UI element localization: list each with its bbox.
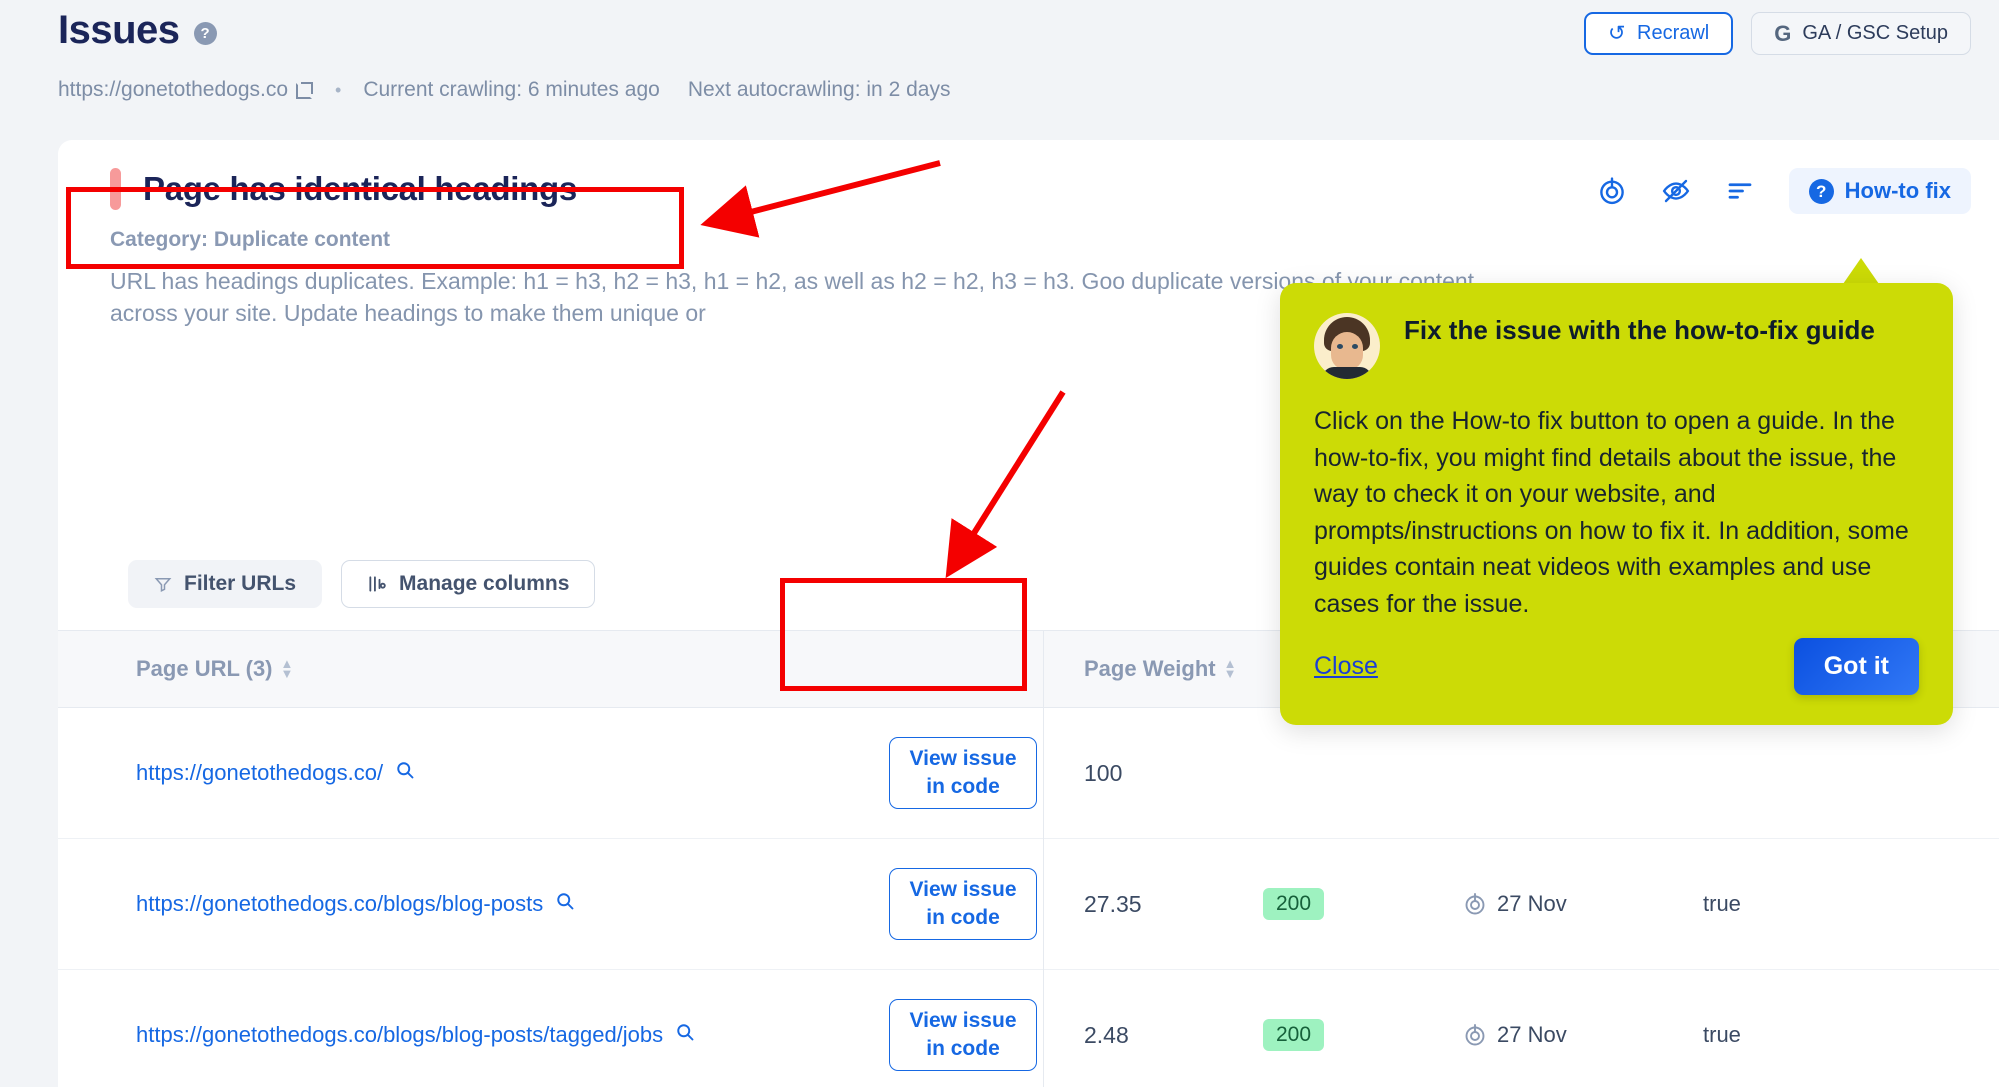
recrawl-button[interactable]: ↻ Recrawl (1584, 12, 1734, 55)
cell-status: 200 (1263, 1019, 1463, 1051)
view-issue-in-code-button[interactable]: View issue in code (889, 868, 1037, 940)
cell-page-url: https://gonetothedogs.co/blogs/blog-post… (58, 891, 883, 917)
cell-date: 27 Nov (1463, 891, 1703, 917)
status-badge: 200 (1263, 1019, 1325, 1051)
sort-toggle-icon: ▲ ▼ (280, 656, 294, 681)
view-issue-in-code-button[interactable]: View issue in code (889, 737, 1037, 809)
crawl-meta-row: https://gonetothedogs.co • Current crawl… (58, 78, 978, 102)
tooltip-body: Click on the How-to fix button to open a… (1314, 407, 1909, 618)
help-icon[interactable]: ? (193, 22, 217, 45)
issue-category: Category: Duplicate content (110, 228, 391, 251)
table-row: https://gonetothedogs.co/blogs/blog-post… (58, 969, 1999, 1087)
table-row: https://gonetothedogs.co/blogs/blog-post… (58, 838, 1999, 970)
filter-urls-label: Filter URLs (184, 572, 297, 595)
title-row: Issues ? (58, 8, 217, 53)
view-issue-line1: View issue (909, 747, 1017, 771)
sort-lines-icon[interactable] (1725, 176, 1755, 206)
how-to-fix-label: How-to fix (1844, 178, 1951, 203)
tooltip-pointer (1843, 258, 1879, 284)
eye-off-icon[interactable] (1661, 176, 1691, 206)
page-url-link[interactable]: https://gonetothedogs.co/blogs/blog-post… (136, 891, 543, 916)
tooltip-footer: Close Got it (1314, 638, 1919, 695)
site-url-text: https://gonetothedogs.co (58, 78, 289, 101)
column-header-page-url-label: Page URL (3) (136, 656, 273, 681)
view-issue-line1: View issue (909, 1009, 1017, 1033)
search-icon[interactable] (395, 760, 415, 785)
crawl-target-icon (1463, 892, 1487, 916)
status-badge: 200 (1263, 888, 1325, 920)
how-to-fix-tooltip: Fix the issue with the how-to-fix guide … (1280, 283, 1953, 725)
column-header-page-url[interactable]: Page URL (3) ▲ ▼ (58, 656, 1043, 682)
columns-settings-icon (369, 576, 386, 592)
column-header-page-weight[interactable]: Page Weight ▲ ▼ (1043, 630, 1263, 708)
current-crawling-text: Current crawling: 6 minutes ago (363, 78, 660, 101)
cell-page-weight: 2.48 (1043, 969, 1263, 1087)
site-url-link[interactable]: https://gonetothedogs.co (58, 78, 314, 102)
view-issue-line2: in code (926, 906, 1000, 929)
page-url-link[interactable]: https://gonetothedogs.co/ (136, 760, 383, 785)
external-link-icon (296, 81, 314, 99)
refresh-icon: ↻ (1608, 22, 1626, 45)
meta-separator: • (335, 79, 342, 100)
date-text: 27 Nov (1497, 891, 1567, 916)
issue-title: Page has identical headings (143, 170, 577, 207)
severity-indicator (110, 168, 121, 210)
tooltip-close-link[interactable]: Close (1314, 652, 1378, 681)
cell-view-issue: View issue in code (883, 999, 1043, 1071)
recrawl-label: Recrawl (1637, 22, 1710, 44)
search-icon[interactable] (675, 1022, 695, 1047)
cell-status: 200 (1263, 888, 1463, 920)
cell-view-issue: View issue in code (883, 868, 1043, 940)
tooltip-header: Fix the issue with the how-to-fix guide (1314, 313, 1919, 379)
table-row: https://gonetothedogs.co/ View issue in … (58, 707, 1999, 839)
cell-page-weight: 27.35 (1043, 838, 1263, 970)
view-issue-in-code-button[interactable]: View issue in code (889, 999, 1037, 1071)
view-issue-line1: View issue (909, 878, 1017, 902)
manage-columns-button[interactable]: Manage columns (341, 560, 596, 608)
how-to-fix-button[interactable]: ? How-to fix (1788, 168, 1971, 214)
cell-page-url: https://gonetothedogs.co/ (58, 760, 883, 786)
manage-columns-label: Manage columns (399, 572, 570, 595)
view-issue-line2: in code (926, 775, 1000, 798)
page-header: Issues ? https://gonetothedogs.co • Curr… (0, 0, 1999, 122)
header-actions: ↻ Recrawl G GA / GSC Setup (1584, 12, 1971, 55)
cell-page-url: https://gonetothedogs.co/blogs/blog-post… (58, 1022, 883, 1048)
view-issue-line2: in code (926, 1037, 1000, 1060)
cell-view-issue: View issue in code (883, 737, 1043, 809)
crawl-target-icon (1463, 1023, 1487, 1047)
tooltip-title: Fix the issue with the how-to-fix guide (1404, 315, 1875, 345)
funnel-icon (154, 578, 172, 592)
cell-bool: true (1703, 891, 1741, 916)
page-url-link[interactable]: https://gonetothedogs.co/blogs/blog-post… (136, 1022, 663, 1047)
ga-gsc-setup-button[interactable]: G GA / GSC Setup (1751, 12, 1971, 55)
issues-page: Issues ? https://gonetothedogs.co • Curr… (0, 0, 1999, 1087)
crawl-target-icon[interactable] (1597, 176, 1627, 206)
sort-toggle-icon: ▲ ▼ (1223, 656, 1237, 681)
next-autocrawling-text: Next autocrawling: in 2 days (687, 78, 951, 101)
table-filters: Filter URLs Manage columns (128, 560, 596, 608)
question-mark-icon: ? (1808, 178, 1834, 204)
cell-page-weight: 100 (1043, 707, 1263, 839)
issue-toolbar: ? How-to fix (1597, 168, 1971, 214)
filter-urls-button[interactable]: Filter URLs (128, 560, 323, 608)
tooltip-got-it-button[interactable]: Got it (1793, 638, 1919, 695)
ga-gsc-label: GA / GSC Setup (1802, 22, 1948, 44)
column-header-page-weight-label: Page Weight (1084, 656, 1216, 681)
search-icon[interactable] (555, 891, 575, 916)
google-logo-icon: G (1774, 20, 1792, 46)
avatar (1314, 313, 1380, 379)
issue-title-row: Page has identical headings (110, 168, 577, 210)
page-title: Issues (58, 8, 180, 52)
cell-bool: true (1703, 1022, 1741, 1047)
cell-date: 27 Nov (1463, 1022, 1703, 1048)
date-text: 27 Nov (1497, 1022, 1567, 1047)
